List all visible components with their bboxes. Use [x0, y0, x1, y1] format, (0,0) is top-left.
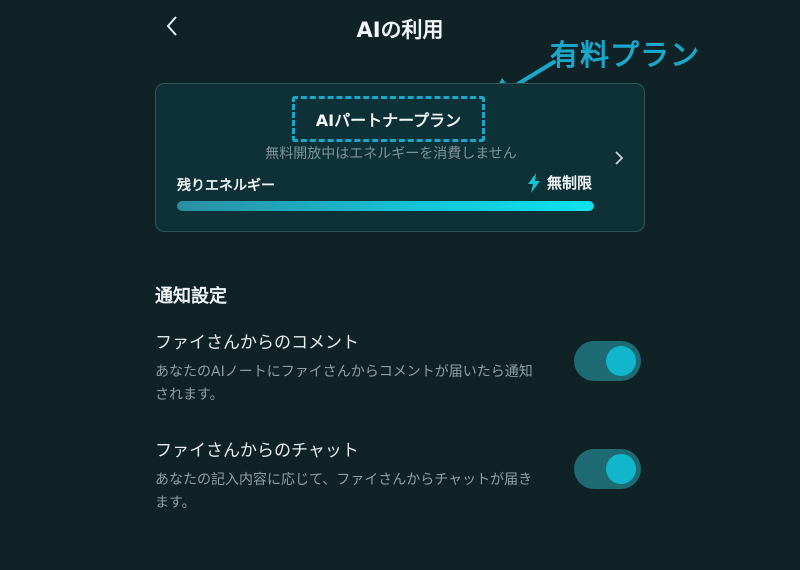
plan-note: 無料開放中はエネルギーを消費しません [265, 146, 517, 162]
toggle-knob [606, 454, 636, 484]
setting-title: ファイさんからのチャット [155, 441, 359, 461]
setting-title: ファイさんからのコメント [155, 333, 359, 353]
energy-progress-fill [177, 201, 594, 211]
comment-notification-toggle[interactable] [574, 341, 641, 381]
plan-name: AIパートナープラン [315, 111, 462, 130]
setting-row-chat: ファイさんからのチャット あなたの記入内容に応じて、ファイさんからチャットが届き… [155, 436, 645, 515]
setting-row-comment: ファイさんからのコメント あなたのAIノートにファイさんからコメントが届いたら通… [155, 328, 645, 407]
ai-usage-screen: AIの利用 有料プラン AIパートナープラン 無料開放中はエネルギーを消費しませ… [0, 0, 800, 570]
annotation-label: 有料プラン [550, 38, 701, 72]
setting-description: あなたの記入内容に応じて、ファイさんからチャットが届きます。 [155, 472, 533, 511]
chevron-right-icon [615, 151, 624, 165]
setting-description: あなたのAIノートにファイさんからコメントが届いたら通知されます。 [155, 364, 533, 403]
energy-progress-bar [177, 201, 594, 211]
energy-value: 無制限 [527, 172, 592, 193]
energy-value-text: 無制限 [546, 174, 592, 192]
plan-name-highlight: AIパートナープラン [292, 96, 485, 142]
section-title-notifications: 通知設定 [155, 286, 227, 307]
energy-label: 残りエネルギー [177, 178, 275, 194]
chat-notification-toggle[interactable] [574, 449, 641, 489]
lightning-icon [527, 172, 540, 193]
toggle-knob [606, 346, 636, 376]
plan-card[interactable]: AIパートナープラン 無料開放中はエネルギーを消費しません 残りエネルギー 無制… [155, 83, 645, 232]
